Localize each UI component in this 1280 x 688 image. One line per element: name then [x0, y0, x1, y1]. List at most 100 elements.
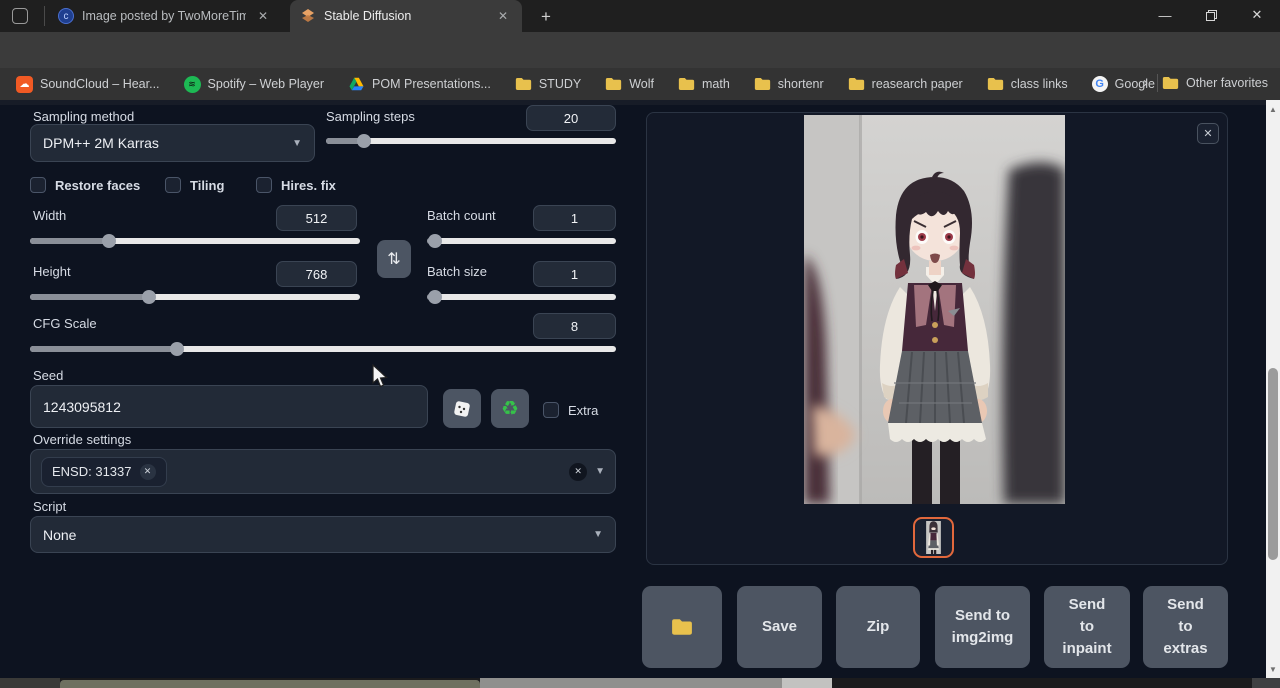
extra-label: Extra	[568, 403, 598, 418]
close-gallery-button[interactable]: ✕	[1197, 123, 1219, 144]
soundcloud-icon: ☁	[16, 76, 33, 93]
override-settings-box[interactable]: ENSD: 31337 ✕ ✕ ▼	[30, 449, 616, 494]
tab2-favicon-icon	[300, 8, 316, 24]
tab-divider	[44, 6, 45, 26]
tab1-favicon-icon: c	[58, 8, 74, 24]
override-chip[interactable]: ENSD: 31337 ✕	[41, 457, 167, 487]
tiling-checkbox[interactable]	[165, 177, 181, 193]
height-slider[interactable]	[30, 294, 360, 300]
drive-icon	[348, 77, 365, 91]
folder-icon	[987, 77, 1004, 91]
scrollbar-thumb[interactable]	[1268, 368, 1278, 560]
hires-fix-option[interactable]: Hires. fix	[256, 177, 336, 193]
bookmark-shortenr[interactable]: shortenr	[754, 77, 824, 91]
other-favorites[interactable]: Other favorites	[1162, 76, 1268, 90]
bookmark-pom[interactable]: POM Presentations...	[348, 77, 491, 91]
folder-icon	[848, 77, 865, 91]
zip-button[interactable]: Zip	[836, 586, 920, 668]
script-dropdown[interactable]: None ▼	[30, 516, 616, 553]
tab-stable-diffusion[interactable]: Stable Diffusion ✕	[290, 0, 522, 32]
slider-handle[interactable]	[142, 290, 156, 304]
width-label: Width	[33, 208, 66, 223]
dice-icon	[453, 400, 471, 418]
script-label: Script	[33, 499, 66, 514]
generated-image[interactable]	[804, 115, 1065, 504]
bookmark-study[interactable]: STUDY	[515, 77, 581, 91]
cfg-scale-slider[interactable]	[30, 346, 616, 352]
bookmark-class-links[interactable]: class links	[987, 77, 1068, 91]
extra-option[interactable]: Extra	[543, 402, 598, 418]
random-seed-button[interactable]	[443, 389, 481, 428]
height-value[interactable]: 768	[276, 261, 357, 287]
send-to-img2img-button[interactable]: Send to img2img	[935, 586, 1030, 668]
swap-dimensions-button[interactable]: ⇅	[377, 240, 411, 278]
batch-count-value[interactable]: 1	[533, 205, 616, 231]
taskbar-tray-sliver	[1252, 678, 1280, 688]
sampling-steps-value[interactable]: 20	[526, 105, 616, 131]
scroll-down-icon[interactable]: ▼	[1266, 662, 1280, 676]
taskbar-sliver	[0, 678, 1280, 688]
seed-field-wrap	[30, 385, 428, 428]
taskbar-mid	[480, 678, 782, 688]
restore-faces-checkbox[interactable]	[30, 177, 46, 193]
extra-checkbox[interactable]	[543, 402, 559, 418]
clear-all-icon[interactable]: ✕	[569, 463, 587, 481]
bookmark-reasearch-paper[interactable]: reasearch paper	[848, 77, 963, 91]
tab1-close-icon[interactable]: ✕	[254, 7, 272, 25]
blurred-figure-right	[1003, 163, 1065, 505]
slider-handle[interactable]	[102, 234, 116, 248]
reuse-seed-button[interactable]: ♻	[491, 389, 529, 428]
width-slider[interactable]	[30, 238, 360, 244]
hires-fix-checkbox[interactable]	[256, 177, 272, 193]
scroll-up-icon[interactable]: ▲	[1266, 102, 1280, 116]
batch-size-slider[interactable]	[427, 294, 616, 300]
bookmark-math[interactable]: math	[678, 77, 730, 91]
tiling-option[interactable]: Tiling	[165, 177, 224, 193]
tab2-close-icon[interactable]: ✕	[494, 7, 512, 25]
chevron-down-icon: ▼	[292, 138, 302, 149]
folder-icon	[678, 77, 695, 91]
seed-input[interactable]	[30, 385, 428, 428]
chevron-down-icon: ▼	[595, 466, 605, 477]
slider-handle[interactable]	[428, 290, 442, 304]
bookmarks-overflow-chevron[interactable]: ›	[1143, 74, 1148, 91]
sampling-steps-slider[interactable]	[326, 138, 616, 144]
restore-icon	[1206, 10, 1217, 21]
slider-handle[interactable]	[357, 134, 371, 148]
restore-faces-option[interactable]: Restore faces	[30, 177, 140, 193]
tab-image-posted[interactable]: c Image posted by TwoMoreTimes ✕	[48, 0, 282, 32]
send-to-extras-button[interactable]: Send to extras	[1143, 586, 1228, 668]
close-window-button[interactable]: ✕	[1234, 0, 1280, 30]
batch-count-slider[interactable]	[427, 238, 616, 244]
restore-button[interactable]	[1188, 0, 1234, 30]
bookmark-wolf[interactable]: Wolf	[605, 77, 654, 91]
height-label: Height	[33, 264, 71, 279]
folder-icon	[671, 618, 693, 636]
minimize-button[interactable]: —	[1142, 0, 1188, 30]
gallery-thumbnail-selected[interactable]	[913, 517, 954, 558]
mouse-cursor	[372, 364, 389, 389]
send-to-inpaint-button[interactable]: Send to inpaint	[1044, 586, 1130, 668]
result-gallery-panel: ✕	[646, 112, 1228, 565]
slider-handle[interactable]	[170, 342, 184, 356]
cfg-scale-value[interactable]: 8	[533, 313, 616, 339]
save-button[interactable]: Save	[737, 586, 822, 668]
folder-icon	[754, 77, 771, 91]
recycle-icon: ♻	[501, 396, 519, 421]
bookmark-spotify[interactable]: ≋ Spotify – Web Player	[184, 76, 325, 93]
slider-handle[interactable]	[428, 234, 442, 248]
window-controls: — ✕	[1142, 0, 1280, 30]
override-chip-label: ENSD: 31337	[52, 464, 132, 479]
new-tab-button[interactable]: +	[534, 5, 558, 29]
taskbar-active-app	[782, 678, 832, 688]
taskbar-search-sliver[interactable]	[60, 680, 480, 688]
open-folder-button[interactable]	[642, 586, 722, 668]
cfg-scale-label: CFG Scale	[33, 316, 97, 331]
browser-titlebar: c Image posted by TwoMoreTimes ✕ Stable …	[0, 0, 1280, 32]
bookmark-soundcloud[interactable]: ☁ SoundCloud – Hear...	[16, 76, 160, 93]
width-value[interactable]: 512	[276, 205, 357, 231]
batch-size-value[interactable]: 1	[533, 261, 616, 287]
sampling-method-dropdown[interactable]: DPM++ 2M Karras ▼	[30, 124, 315, 162]
chip-remove-icon[interactable]: ✕	[140, 464, 156, 480]
tab-actions-icon[interactable]	[12, 8, 28, 24]
